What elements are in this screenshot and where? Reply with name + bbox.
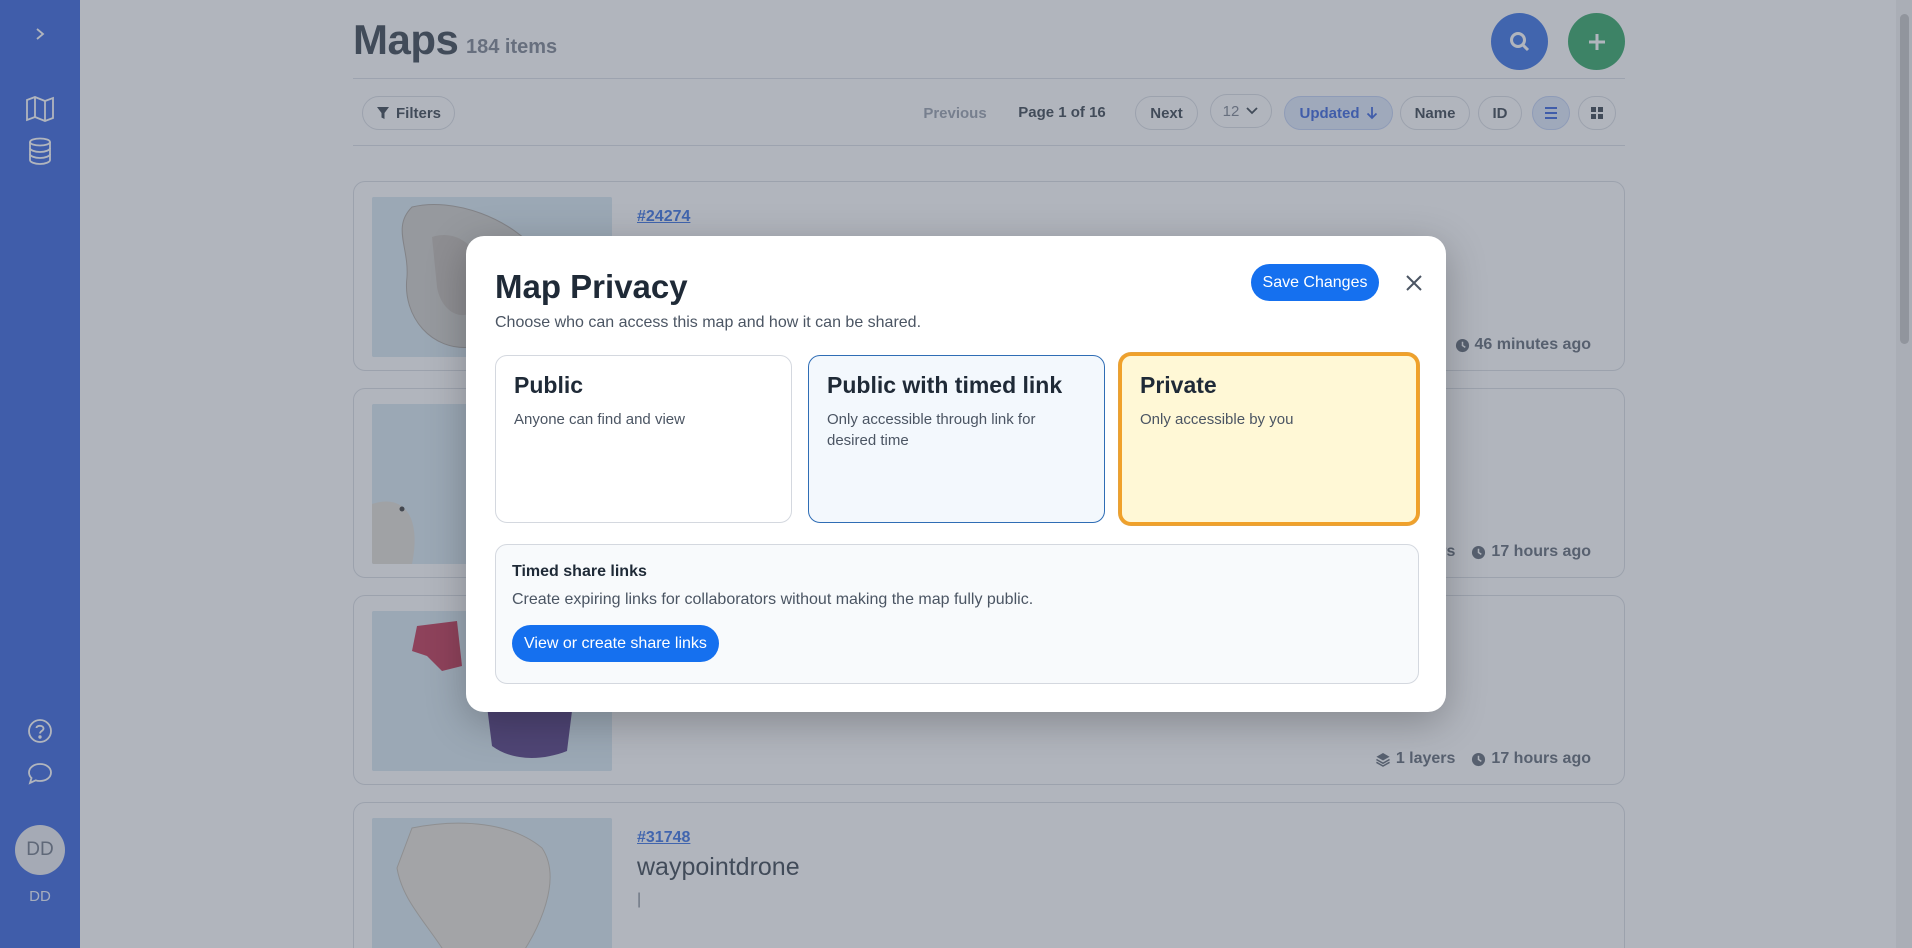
- option-title: Private: [1140, 372, 1217, 398]
- privacy-option-private[interactable]: Private Only accessible by you: [1119, 353, 1419, 525]
- close-button[interactable]: [1401, 270, 1427, 296]
- map-privacy-modal: Map Privacy Choose who can access this m…: [466, 236, 1446, 712]
- close-icon: [1406, 275, 1422, 291]
- option-title: Public: [514, 372, 584, 398]
- option-title: Public with timed link: [827, 372, 1063, 398]
- privacy-option-timed-link[interactable]: Public with timed link Only accessible t…: [808, 355, 1105, 523]
- modal-subtitle: Choose who can access this map and how i…: [495, 314, 922, 331]
- option-description: Only accessible by you: [1140, 411, 1294, 428]
- share-title: Timed share links: [512, 563, 647, 580]
- modal-title: Map Privacy: [495, 268, 688, 305]
- option-description: Only accessible through link for desired…: [827, 411, 1036, 449]
- privacy-option-public[interactable]: Public Anyone can find and view: [495, 355, 792, 523]
- option-description: Anyone can find and view: [514, 411, 685, 428]
- timed-share-links-panel: Timed share links Create expiring links …: [495, 544, 1419, 684]
- share-description: Create expiring links for collaborators …: [512, 591, 1034, 608]
- save-changes-button[interactable]: Save Changes: [1251, 264, 1379, 301]
- view-share-links-button[interactable]: View or create share links: [512, 625, 719, 662]
